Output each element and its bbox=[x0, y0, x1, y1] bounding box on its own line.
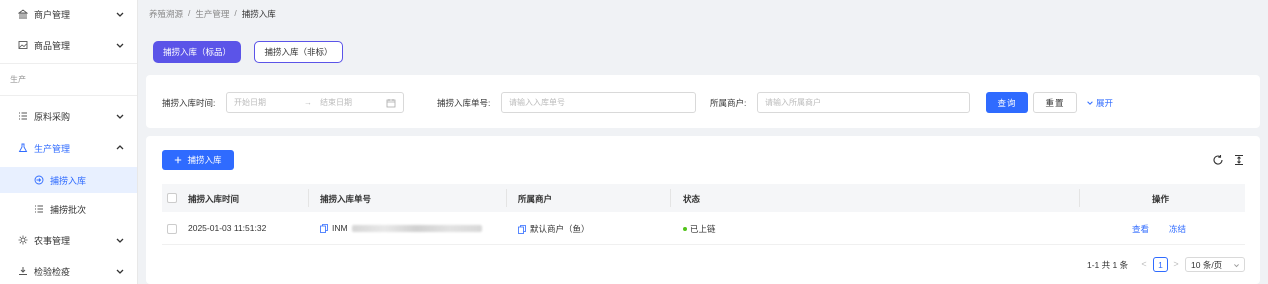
redacted-text bbox=[351, 224, 482, 232]
chevron-up-icon bbox=[116, 145, 124, 150]
sidebar-item-label: 捕捞入库 bbox=[50, 175, 87, 186]
chevron-down-icon bbox=[1087, 101, 1093, 105]
prev-page-button[interactable]: < bbox=[1139, 258, 1149, 270]
column-header: 操作 bbox=[1152, 194, 1170, 204]
chevron-down-icon bbox=[116, 12, 124, 17]
breadcrumb-root[interactable]: 养殖溯源 bbox=[149, 8, 183, 20]
tab-standard[interactable]: 捕捞入库（标品） bbox=[153, 41, 241, 63]
add-inbound-label: 捕捞入库 bbox=[187, 155, 222, 165]
column-header[interactable]: 所属商户 bbox=[518, 193, 552, 205]
row-divider bbox=[162, 244, 1245, 245]
date-range-arrow: → bbox=[304, 98, 312, 107]
expand-label: 展开 bbox=[1096, 98, 1114, 108]
sidebar-item-label: 农事管理 bbox=[34, 235, 71, 246]
sidebar-item-fishing-batch[interactable]: 捕捞批次 bbox=[0, 196, 137, 222]
breadcrumb-separator: / bbox=[188, 8, 191, 18]
chevron-down-icon bbox=[116, 43, 124, 48]
chevron-down-icon bbox=[116, 238, 124, 243]
order-number-prefix: INM bbox=[332, 223, 348, 233]
status-dot bbox=[683, 227, 687, 231]
sidebar-item-label: 捕捞批次 bbox=[50, 204, 87, 215]
sidebar-item-product[interactable]: 商品管理 bbox=[0, 32, 137, 58]
column-header[interactable]: 状态 bbox=[683, 193, 700, 205]
sun-icon bbox=[18, 235, 28, 245]
select-all-checkbox[interactable] bbox=[167, 193, 177, 203]
sidebar: 商户管理 商品管理 生产 原料采购 生产管理 捕捞入库 捕捞批次 农事管理 检验… bbox=[0, 0, 138, 284]
page-size-value: 10 条/页 bbox=[1191, 259, 1223, 270]
page-1-button[interactable]: 1 bbox=[1153, 257, 1168, 272]
view-link[interactable]: 查看 bbox=[1132, 223, 1149, 235]
order-filter-label: 捕捞入库单号: bbox=[437, 98, 491, 108]
plus-icon bbox=[175, 156, 182, 164]
cell-order-number: INM bbox=[320, 223, 482, 233]
merchant-input[interactable]: 请输入所属商户 bbox=[757, 92, 970, 113]
freeze-link[interactable]: 冻结 bbox=[1169, 223, 1186, 235]
sidebar-item-label: 商户管理 bbox=[34, 9, 71, 20]
download-icon bbox=[18, 266, 28, 276]
sidebar-item-fishing-inbound[interactable]: 捕捞入库 bbox=[0, 167, 137, 193]
sidebar-divider bbox=[0, 95, 137, 96]
merchant-placeholder: 请输入所属商户 bbox=[765, 98, 821, 107]
sidebar-group-label: 生产 bbox=[10, 75, 26, 84]
time-filter-label: 捕捞入库时间: bbox=[162, 98, 216, 108]
sidebar-item-merchant[interactable]: 商户管理 bbox=[0, 1, 137, 27]
column-header[interactable]: 捕捞入库时间 bbox=[188, 193, 239, 205]
calendar-icon bbox=[386, 99, 396, 108]
copy-icon[interactable] bbox=[320, 223, 328, 233]
order-number-placeholder: 请输入入库单号 bbox=[509, 98, 565, 107]
column-divider bbox=[670, 189, 671, 207]
sidebar-item-production[interactable]: 生产管理 bbox=[0, 135, 137, 161]
breadcrumb: 养殖溯源 / 生产管理 / 捕捞入库 bbox=[149, 8, 276, 20]
sidebar-item-farming[interactable]: 农事管理 bbox=[0, 227, 137, 253]
sidebar-item-label: 生产管理 bbox=[34, 143, 71, 154]
reset-button[interactable]: 重置 bbox=[1033, 92, 1077, 113]
sidebar-item-label: 检验检疫 bbox=[34, 266, 71, 277]
pagination-total: 1-1 共 1 条 bbox=[1087, 260, 1129, 270]
sidebar-item-label: 商品管理 bbox=[34, 40, 71, 51]
next-page-button[interactable]: > bbox=[1171, 258, 1181, 270]
flask-icon bbox=[18, 143, 28, 153]
breadcrumb-separator: / bbox=[234, 8, 237, 18]
merchant-filter-label: 所属商户: bbox=[710, 98, 747, 108]
add-inbound-button[interactable]: 捕捞入库 bbox=[162, 150, 234, 170]
column-divider bbox=[506, 189, 507, 207]
expand-toggle[interactable]: 展开 bbox=[1086, 97, 1113, 109]
query-button[interactable]: 查询 bbox=[986, 92, 1028, 113]
chevron-down-icon bbox=[116, 114, 124, 119]
copy-icon[interactable] bbox=[518, 224, 526, 234]
breadcrumb-parent[interactable]: 生产管理 bbox=[195, 8, 229, 20]
bank-icon bbox=[18, 9, 28, 19]
list-icon bbox=[34, 204, 44, 214]
refresh-icon[interactable] bbox=[1212, 154, 1224, 166]
sidebar-item-raw-purchase[interactable]: 原料采购 bbox=[0, 103, 137, 129]
chevron-down-icon bbox=[116, 269, 124, 274]
login-icon bbox=[34, 175, 44, 185]
sidebar-item-inspection[interactable]: 检验检疫 bbox=[0, 258, 137, 284]
end-date-placeholder[interactable]: 结束日期 bbox=[320, 97, 352, 108]
tab-nonstandard[interactable]: 捕捞入库（非标） bbox=[254, 41, 343, 63]
page-size-select[interactable]: 10 条/页 bbox=[1185, 257, 1245, 272]
merchant-name: 默认商户（鱼） bbox=[530, 224, 590, 234]
cell-time: 2025-01-03 11:51:32 bbox=[188, 223, 267, 233]
breadcrumb-current: 捕捞入库 bbox=[241, 9, 276, 19]
start-date-placeholder[interactable]: 开始日期 bbox=[234, 97, 266, 108]
column-header[interactable]: 捕捞入库单号 bbox=[320, 193, 371, 205]
image-icon bbox=[18, 40, 28, 50]
order-number-input[interactable]: 请输入入库单号 bbox=[501, 92, 696, 113]
column-height-icon[interactable] bbox=[1233, 154, 1245, 166]
list-icon bbox=[18, 111, 28, 121]
sidebar-item-label: 原料采购 bbox=[34, 111, 71, 122]
column-divider bbox=[1079, 189, 1080, 207]
chevron-down-icon bbox=[1234, 264, 1239, 268]
sidebar-divider bbox=[0, 63, 137, 64]
row-checkbox[interactable] bbox=[167, 224, 177, 234]
date-range-picker[interactable]: 开始日期 → 结束日期 bbox=[226, 92, 404, 113]
cell-status: 已上链 bbox=[683, 223, 716, 235]
status-text: 已上链 bbox=[690, 224, 716, 234]
column-divider bbox=[308, 189, 309, 207]
cell-merchant: 默认商户（鱼） bbox=[518, 223, 590, 235]
